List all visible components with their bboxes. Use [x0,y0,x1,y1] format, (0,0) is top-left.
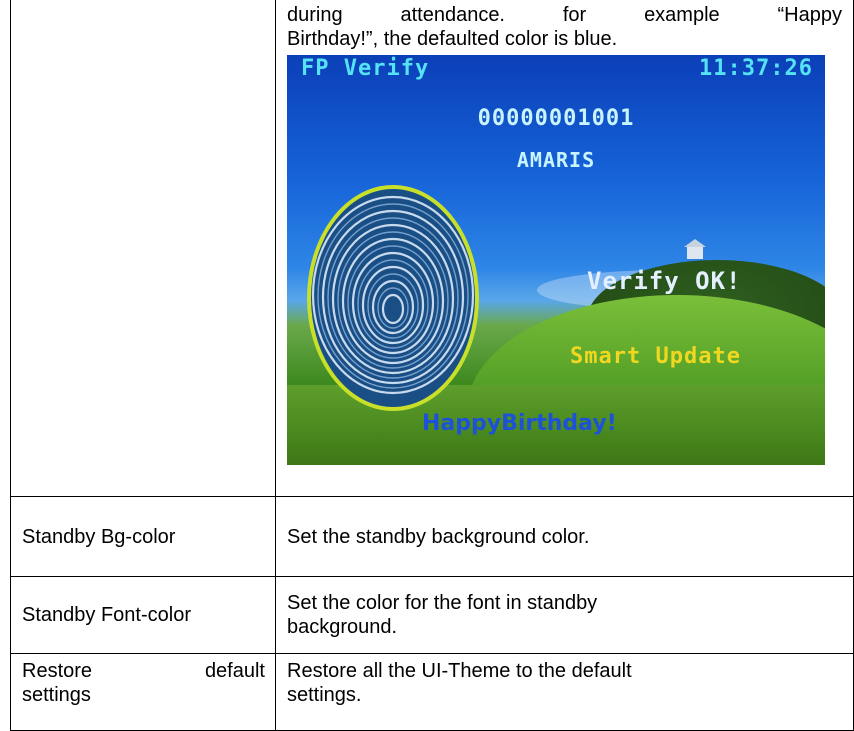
setting-word: default [204,660,265,682]
setting-name-line: settings [22,684,91,706]
clock-time: 11:37:26 [699,56,813,81]
settings-table: during attendance. for example “Happy Bi… [10,0,854,731]
description-line: settings. [287,684,362,706]
setting-name: Restore default settings [10,653,276,731]
setting-description: Set the color for the font in standby ba… [275,576,854,654]
setting-description: Restore all the UI-Theme to the default … [275,653,854,731]
description-cell: during attendance. for example “Happy Bi… [275,0,854,497]
fingerprint-icon [307,185,479,411]
empty-cell [10,0,276,497]
description-line: Set the color for the font in standby [287,592,598,614]
table-row: Standby Font-color Set the color for the… [10,576,854,654]
intro-text: during attendance. for example “Happy Bi… [276,0,853,51]
setting-description: Set the standby background color. [275,496,854,577]
device-screenshot: FP Verify 11:37:26 00000001001 AMARIS Ve… [287,55,825,465]
verify-status: Verify OK! [587,267,742,295]
intro-line: Birthday!”, the defaulted color is blue. [287,28,618,50]
description-line: background. [287,616,398,638]
table-row: Standby Bg-color Set the standby backgro… [10,496,854,577]
setting-name: Standby Font-color [10,576,276,654]
smart-update-label: Smart Update [570,344,741,369]
birthday-message: HappyBirthday! [422,411,617,436]
house-icon [684,239,706,259]
verify-mode-title: FP Verify [301,56,430,81]
setting-name: Standby Bg-color [10,496,276,577]
table-row: Restore default settings Restore all the… [10,653,854,731]
intro-line: during attendance. for example “Happy [287,4,842,26]
user-id: 00000001001 [477,106,635,131]
user-name: AMARIS [516,148,596,172]
setting-name-line: Restore default [22,659,265,683]
setting-word: Restore [22,660,93,682]
description-line: Restore all the UI-Theme to the default [287,660,632,682]
table-row: during attendance. for example “Happy Bi… [10,0,854,497]
